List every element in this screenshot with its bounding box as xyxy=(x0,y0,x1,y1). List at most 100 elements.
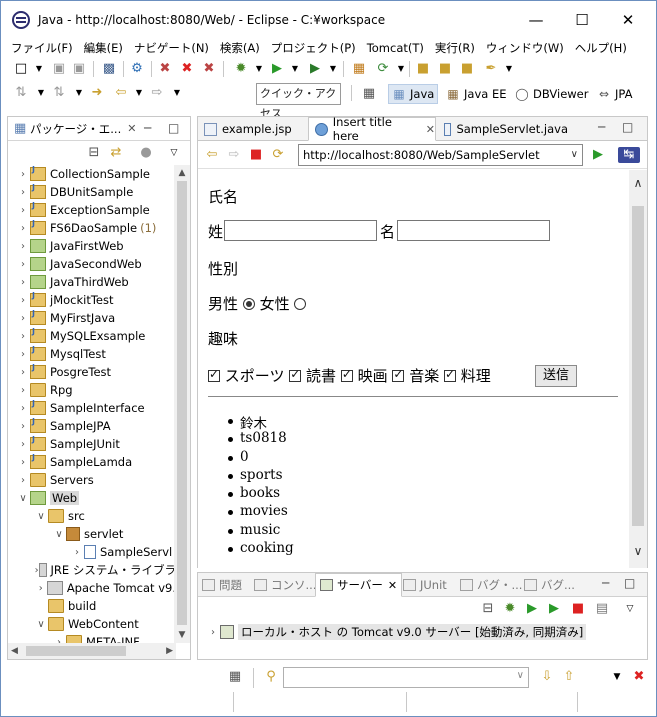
run-icon[interactable]: ▶ xyxy=(269,61,285,77)
clear-icon[interactable]: ✖ xyxy=(631,669,647,685)
tab-example-jsp[interactable]: example.jsp xyxy=(198,117,308,141)
tomcat-restart-icon[interactable]: ✖ xyxy=(201,61,217,77)
prev-annotation-dropdown-icon[interactable]: ▼ xyxy=(71,85,87,101)
browser-open-external-icon[interactable]: ↹ xyxy=(618,147,640,163)
view-menu-icon[interactable]: ▽ xyxy=(622,601,638,617)
page-vertical-scrollbar[interactable]: ∧ ∨ xyxy=(629,170,647,568)
menu-run[interactable]: 実行(R) xyxy=(435,40,475,56)
expand-arrow-icon[interactable]: › xyxy=(206,627,220,638)
collapsed-arrow-icon[interactable]: › xyxy=(16,187,30,198)
tree-item[interactable]: › CollectionSample xyxy=(8,165,176,183)
collapsed-arrow-icon[interactable]: › xyxy=(16,223,30,234)
url-input[interactable]: http://localhost:8080/Web/SampleServlet … xyxy=(298,144,583,166)
close-tab-icon[interactable]: ✕ xyxy=(426,123,435,136)
collapsed-arrow-icon[interactable]: › xyxy=(16,457,30,468)
tree-horizontal-scrollbar[interactable]: ◀ ▶ xyxy=(8,643,176,659)
maximize-view-icon[interactable]: □ xyxy=(168,121,179,135)
hobby-checkbox-sports[interactable] xyxy=(208,367,220,382)
view-menu-icon[interactable]: ▽ xyxy=(166,145,182,161)
debug-dropdown-icon[interactable]: ▼ xyxy=(251,61,267,77)
hobby-checkbox-cooking[interactable] xyxy=(444,367,456,382)
page-scroll-thumb[interactable] xyxy=(632,206,644,526)
new-package-dropdown-icon[interactable]: ▼ xyxy=(393,61,409,77)
stop-server-icon[interactable]: ■ xyxy=(570,601,586,617)
last-name-input[interactable] xyxy=(224,220,377,241)
perspective-jpa[interactable]: ⇔ JPA xyxy=(597,84,633,104)
save-icon[interactable]: ▣ xyxy=(51,61,67,77)
menu-window[interactable]: ウィンドウ(W) xyxy=(486,40,564,56)
perspective-java-ee[interactable]: ▦ Java EE xyxy=(446,84,506,104)
link-with-editor-icon[interactable]: ⇄ xyxy=(108,145,124,161)
pen-dropdown-icon[interactable]: ▼ xyxy=(501,61,517,77)
tree-item[interactable]: › DBUnitSample xyxy=(8,183,176,201)
tomcat-stop-icon[interactable]: ✖ xyxy=(179,61,195,77)
collapsed-arrow-icon[interactable]: › xyxy=(16,259,30,270)
tree-vertical-scrollbar[interactable]: ▲ ▼ xyxy=(174,165,190,643)
minimize-view-icon[interactable]: ─ xyxy=(144,121,151,135)
collapsed-arrow-icon[interactable]: › xyxy=(16,439,30,450)
menu-help[interactable]: ヘルプ(H) xyxy=(575,40,627,56)
tree-item[interactable]: › MysqlTest xyxy=(8,345,176,363)
tab-junit[interactable]: JUnit xyxy=(403,573,447,597)
settings-icon[interactable]: ⚙ xyxy=(129,61,145,77)
terminal-icon[interactable]: ▩ xyxy=(101,61,117,77)
tab-insert-title-here[interactable]: Insert title here ✕ xyxy=(308,115,436,143)
browser-stop-icon[interactable]: ■ xyxy=(248,147,264,163)
submit-button[interactable]: 送信 xyxy=(535,365,578,387)
profile-server-icon[interactable]: ▶ xyxy=(546,601,562,617)
tree-item[interactable]: › MySQLExsample xyxy=(8,327,176,345)
tab-bugs-1[interactable]: バグ・... xyxy=(460,573,522,597)
tree-item[interactable]: › SampleJPA xyxy=(8,417,176,435)
perspective-dbviewer[interactable]: ◯ DBViewer xyxy=(515,84,588,104)
new-java-class-icon[interactable]: ▦ xyxy=(351,61,367,77)
tree-item[interactable]: › JavaSecondWeb xyxy=(8,255,176,273)
collapsed-arrow-icon[interactable]: › xyxy=(70,547,84,558)
menu-edit[interactable]: 編集(E) xyxy=(84,40,123,56)
open-file-icon[interactable]: ▦ xyxy=(227,669,243,685)
menu-navigate[interactable]: ナビゲート(N) xyxy=(134,40,209,56)
collapsed-arrow-icon[interactable]: › xyxy=(16,367,30,378)
forward-dropdown-icon[interactable]: ▼ xyxy=(169,85,185,101)
hobby-checkbox-reading[interactable] xyxy=(289,367,302,382)
collapsed-arrow-icon[interactable]: › xyxy=(16,349,30,360)
tree-item[interactable]: › PosgreTest xyxy=(8,363,176,381)
url-dropdown-icon[interactable]: ∨ xyxy=(571,145,578,165)
server-entry[interactable]: › ローカル・ホスト の Tomcat v9.0 サーバー [始動済み, 同期済… xyxy=(206,623,587,641)
page-scroll-down-icon[interactable]: ∨ xyxy=(629,542,647,560)
tree-item[interactable]: › Rpg xyxy=(8,381,176,399)
open-type-icon[interactable]: ■ xyxy=(415,61,431,77)
page-scroll-up-icon[interactable]: ∧ xyxy=(629,174,647,192)
status-search-input[interactable]: ∨ xyxy=(283,667,529,688)
collapse-all-icon[interactable]: ⊟ xyxy=(480,601,496,617)
tab-bugs-2[interactable]: バグ... xyxy=(524,573,575,597)
collapsed-arrow-icon[interactable]: › xyxy=(16,385,30,396)
collapsed-arrow-icon[interactable]: › xyxy=(16,421,30,432)
horizontal-scroll-thumb[interactable] xyxy=(26,646,126,656)
minimize-editor-icon[interactable]: ─ xyxy=(598,120,605,134)
tomcat-start-icon[interactable]: ✖ xyxy=(157,61,173,77)
tree-item[interactable]: › SampleLamda xyxy=(8,453,176,471)
menu-search[interactable]: 検索(A) xyxy=(220,40,260,56)
perspective-java[interactable]: ▦ Java xyxy=(388,84,439,104)
prev-annotation-icon[interactable]: ⇅ xyxy=(51,85,67,101)
new-icon[interactable]: □ xyxy=(13,61,29,77)
menu-tomcat[interactable]: Tomcat(T) xyxy=(367,41,424,55)
tree-item[interactable]: › JRE システム・ライブラ xyxy=(8,561,176,579)
next-annotation-dropdown-icon[interactable]: ▼ xyxy=(33,85,49,101)
tree-item[interactable]: › MyFirstJava xyxy=(8,309,176,327)
menu-file[interactable]: ファイル(F) xyxy=(11,40,73,56)
tree-item[interactable]: › SampleInterface xyxy=(8,399,176,417)
collapsed-arrow-icon[interactable]: › xyxy=(16,295,30,306)
minimize-button[interactable]: — xyxy=(513,1,559,39)
search-dropdown-icon[interactable]: ∨ xyxy=(517,670,524,681)
tab-console[interactable]: コンソ... xyxy=(254,573,316,597)
tab-servers[interactable]: サーバー ✕ xyxy=(315,573,403,597)
new-dropdown-icon[interactable]: ▼ xyxy=(31,61,47,77)
new-package-icon[interactable]: ⟳ xyxy=(375,61,391,77)
package-explorer-tab[interactable]: ▦ パッケージ・エ... ✕ xyxy=(8,117,190,141)
collapsed-arrow-icon[interactable]: › xyxy=(16,277,30,288)
collapsed-arrow-icon[interactable]: › xyxy=(16,313,30,324)
collapsed-arrow-icon[interactable]: › xyxy=(34,583,47,594)
next-annotation-icon[interactable]: ⇅ xyxy=(13,85,29,101)
tree-item[interactable]: › ExceptionSample xyxy=(8,201,176,219)
